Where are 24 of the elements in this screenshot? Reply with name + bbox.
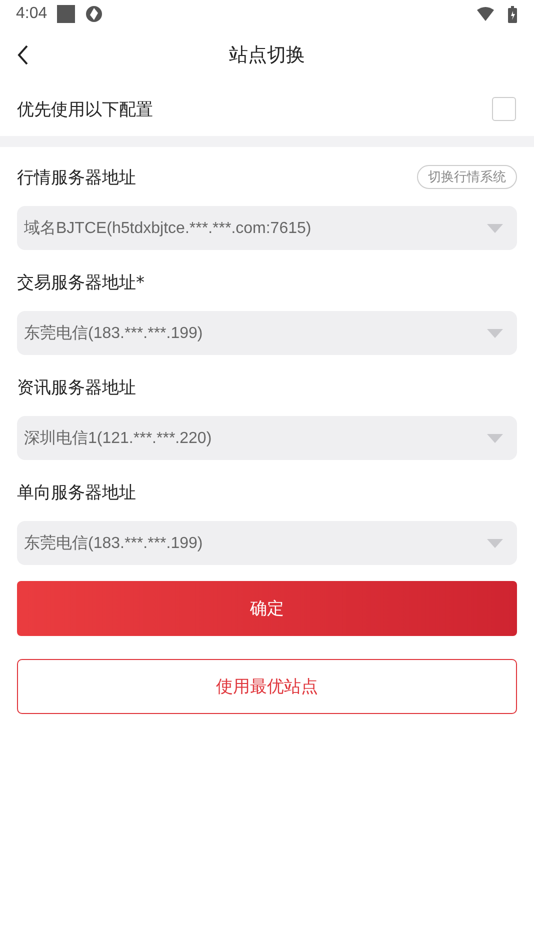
aperture-icon bbox=[85, 5, 104, 23]
wifi-icon bbox=[477, 7, 494, 21]
status-time: 4:04 bbox=[16, 5, 48, 23]
server-label: 行情服务器地址 bbox=[17, 166, 136, 188]
server-dropdown[interactable]: 东莞电信(183.***.***.199) bbox=[17, 521, 517, 565]
server-dropdown[interactable]: 深圳电信1(121.***.***.220) bbox=[17, 416, 517, 460]
prefer-config-label: 优先使用以下配置 bbox=[17, 98, 153, 120]
best-site-button[interactable]: 使用最优站点 bbox=[17, 659, 517, 714]
server-label: 单向服务器地址 bbox=[17, 482, 136, 504]
dropdown-caret-icon bbox=[487, 538, 503, 548]
notification-square-icon bbox=[57, 5, 76, 23]
dropdown-caret-icon bbox=[487, 434, 503, 442]
server-label: 交易服务器地址* bbox=[17, 272, 144, 294]
server-dropdown[interactable]: 东莞电信(183.***.***.199) bbox=[17, 311, 517, 355]
dropdown-caret-icon bbox=[487, 328, 503, 338]
battery-icon bbox=[508, 6, 517, 22]
page-title: 站点切换 bbox=[229, 43, 305, 68]
server-label: 资讯服务器地址 bbox=[17, 376, 136, 398]
server-dropdown[interactable]: 域名BJTCE(h5tdxbjtce.***.***.com:7615) bbox=[17, 206, 517, 250]
back-icon[interactable] bbox=[17, 45, 29, 65]
prefer-config-checkbox[interactable] bbox=[492, 97, 516, 121]
dropdown-caret-icon bbox=[487, 224, 503, 232]
confirm-button[interactable]: 确定 bbox=[17, 581, 517, 636]
switch-system-button[interactable]: 切换行情系统 bbox=[417, 165, 517, 189]
